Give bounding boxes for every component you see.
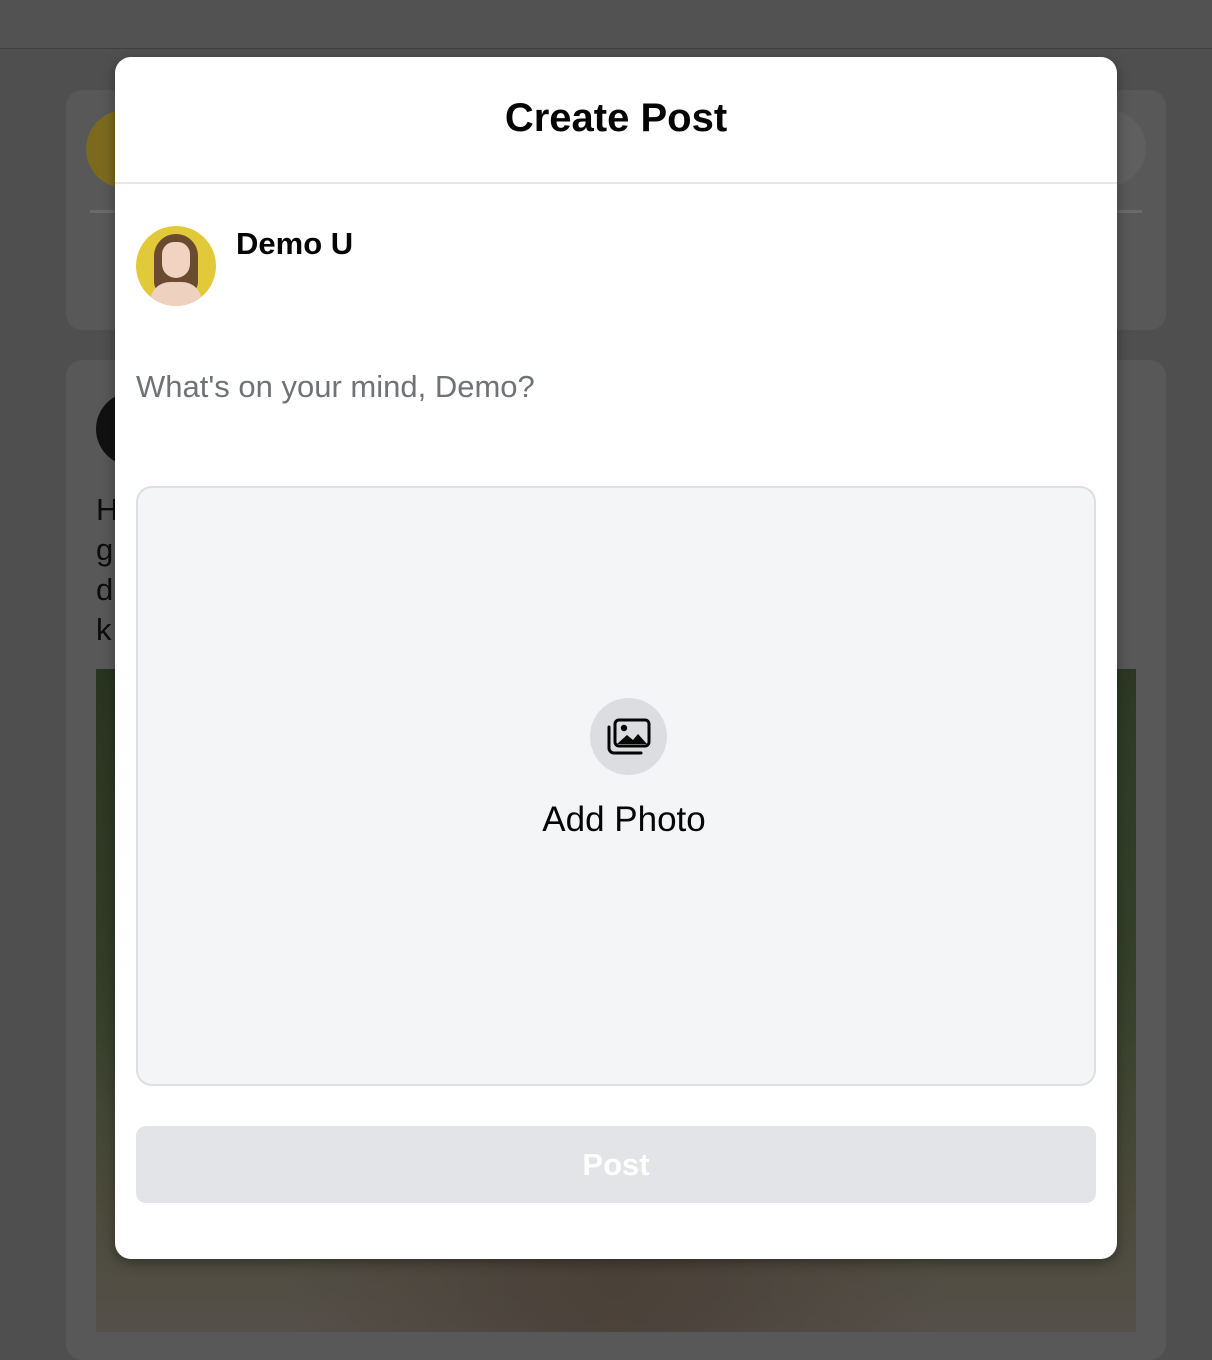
create-post-modal: Create Post Demo U Add Photo Post (115, 57, 1117, 1259)
post-author: Demo U (136, 226, 353, 306)
top-navigation-bar (0, 0, 1212, 49)
author-name: Demo U (236, 226, 354, 261)
post-button[interactable]: Post (136, 1126, 1096, 1203)
photo-icon-circle[interactable] (590, 698, 667, 775)
add-photo-dropzone[interactable]: Add Photo (136, 486, 1096, 1086)
add-photo-label: Add Photo (542, 800, 706, 839)
modal-header: Create Post (115, 57, 1117, 184)
photo-gallery-icon (607, 718, 650, 754)
user-avatar (136, 226, 216, 306)
post-text-input[interactable] (136, 357, 1086, 417)
avatar-shoulders (150, 282, 202, 306)
modal-title: Create Post (504, 96, 728, 140)
avatar-face (162, 242, 190, 278)
